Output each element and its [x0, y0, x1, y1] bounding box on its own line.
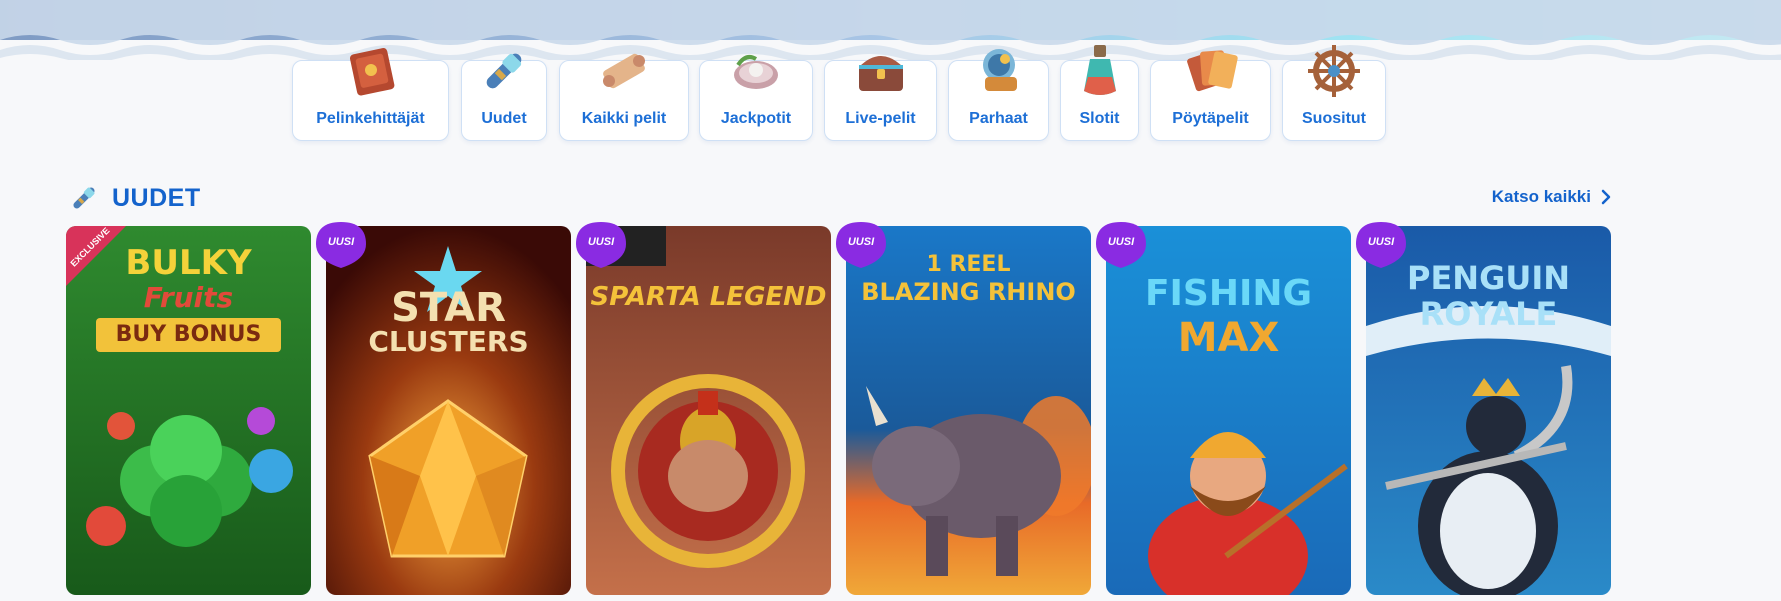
- game-title-line: ROYALE: [1419, 295, 1558, 333]
- category-jackpots[interactable]: Jackpotit: [699, 55, 813, 141]
- category-new[interactable]: Uudet: [461, 53, 547, 141]
- see-all-label: Katso kaikki: [1491, 187, 1591, 206]
- category-label: Slotit: [1079, 110, 1120, 127]
- new-badge: UUSI: [312, 216, 370, 274]
- category-all-games[interactable]: Kaikki pelit: [559, 53, 689, 141]
- spyglass-icon: [486, 53, 522, 89]
- game-card[interactable]: 1 REEL BLAZING RHINO: [846, 226, 1091, 595]
- scroll-map-icon: [603, 53, 645, 89]
- new-badge: UUSI: [832, 216, 890, 274]
- category-label: Kaikki pelit: [581, 110, 667, 127]
- spyglass-icon: [73, 187, 95, 209]
- category-nav: Pelinkehittäjät Uudet Kaikki pelit Jackp…: [0, 45, 1781, 142]
- chevron-right-icon: [1601, 189, 1611, 205]
- trophy-compass-icon: [982, 49, 1017, 91]
- game-card[interactable]: FISHING MAX: [1106, 226, 1351, 595]
- game-title-line: Fruits: [143, 281, 234, 314]
- game-carousel: BULKY Fruits BUY BONUS EXCLUSIVE STAR CL…: [66, 226, 1613, 595]
- new-badge: UUSI: [1352, 216, 1410, 274]
- category-live-games[interactable]: Live-pelit: [824, 56, 937, 141]
- game-title-line: BLAZING RHINO: [861, 278, 1076, 306]
- category-label: Live-pelit: [845, 110, 916, 127]
- game-title-line: FISHING: [1144, 273, 1313, 314]
- badge-label: UUSI: [587, 236, 615, 248]
- category-table-games[interactable]: Pöytäpelit: [1150, 50, 1271, 141]
- category-label: Pelinkehittäjät: [316, 110, 425, 127]
- game-title-line: MAX: [1177, 315, 1280, 361]
- category-slots[interactable]: Slotit: [1060, 45, 1139, 141]
- potion-bottle-icon: [1083, 45, 1116, 95]
- game-card[interactable]: STAR CLUSTERS: [326, 226, 571, 595]
- category-best[interactable]: Parhaat: [948, 49, 1049, 141]
- badge-label: UUSI: [1367, 236, 1395, 248]
- new-badge: UUSI: [572, 216, 630, 274]
- treasure-chest-icon: [858, 56, 903, 91]
- badge-label: UUSI: [847, 236, 875, 248]
- game-title-line: BULKY: [125, 243, 252, 283]
- game-card[interactable]: PENGUIN ROYALE: [1366, 226, 1611, 595]
- game-thumbnail: [326, 226, 571, 595]
- category-label: Suositut: [1302, 110, 1366, 127]
- game-title-line: STAR: [391, 285, 506, 331]
- badge-label: UUSI: [1107, 236, 1135, 248]
- badge-label: UUSI: [327, 236, 355, 248]
- game-title-line: CLUSTERS: [368, 325, 529, 358]
- category-popular[interactable]: Suositut: [1282, 45, 1386, 141]
- section-header: UUDET: [66, 180, 201, 216]
- new-badge: UUSI: [1092, 216, 1150, 274]
- section-title: UUDET: [112, 183, 201, 212]
- game-title-line: BUY BONUS: [115, 322, 262, 347]
- playing-cards-icon: [1186, 50, 1238, 92]
- game-card[interactable]: BULKY Fruits BUY BONUS EXCLUSIVE: [66, 226, 311, 595]
- category-label: Jackpotit: [720, 110, 792, 127]
- category-label: Parhaat: [969, 110, 1028, 127]
- game-card[interactable]: SPARTA LEGEND: [586, 226, 831, 595]
- spellbook-icon: [349, 48, 394, 96]
- category-label: Uudet: [481, 110, 527, 127]
- category-developers[interactable]: Pelinkehittäjät: [292, 48, 449, 141]
- pearl-shell-icon: [734, 55, 778, 89]
- game-title-line: SPARTA LEGEND: [590, 282, 827, 312]
- ship-wheel-icon: [1308, 45, 1360, 97]
- see-all-link[interactable]: Katso kaikki: [1492, 187, 1611, 207]
- category-label: Pöytäpelit: [1172, 110, 1249, 127]
